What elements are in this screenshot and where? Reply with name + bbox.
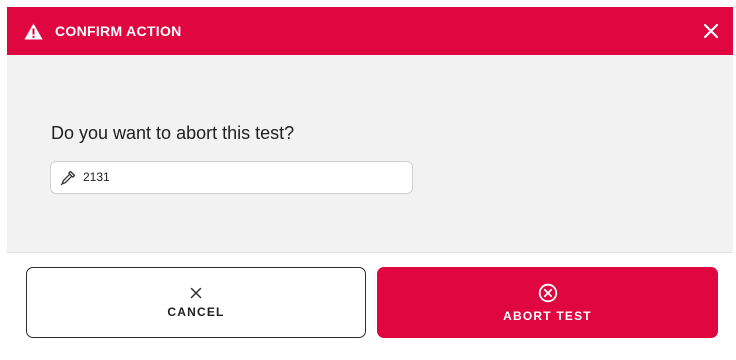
cancel-button[interactable]: CANCEL (26, 267, 366, 338)
cancel-label: CANCEL (167, 304, 225, 319)
close-icon (703, 23, 719, 39)
test-id-value: 2131 (83, 170, 110, 184)
circle-x-icon (538, 283, 557, 302)
test-id-field: 2131 (50, 161, 413, 194)
abort-test-button[interactable]: ABORT TEST (377, 267, 718, 338)
close-button[interactable] (689, 7, 733, 55)
warning-triangle-icon (24, 23, 43, 40)
abort-test-label: ABORT TEST (503, 308, 592, 323)
x-icon (190, 287, 202, 298)
confirm-dialog: CONFIRM ACTION Do you want to abort this… (7, 7, 733, 356)
dialog-header: CONFIRM ACTION (7, 7, 733, 55)
dialog-body: Do you want to abort this test? 2131 (7, 55, 733, 253)
pipette-icon (60, 170, 76, 186)
confirm-question: Do you want to abort this test? (51, 123, 295, 143)
dialog-title: CONFIRM ACTION (55, 23, 182, 39)
